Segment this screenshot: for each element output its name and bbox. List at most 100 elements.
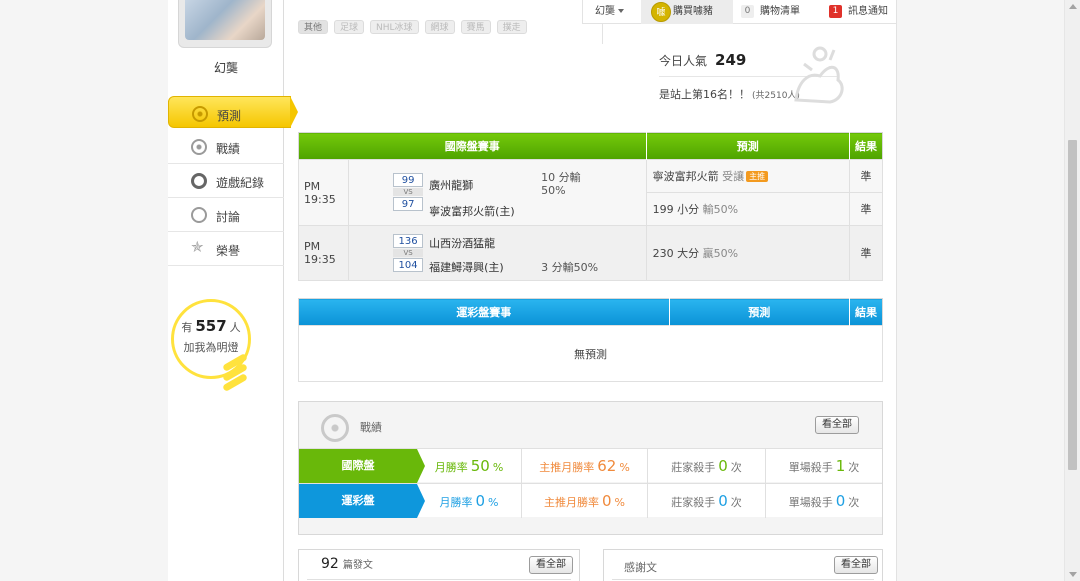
fans-suffix: 人 — [229, 321, 241, 334]
record-panel: 戰績 看全部 國際盤 月勝率 50% 主推月勝率 62% 莊家殺手 0 次 單場殺手 1 次… — [298, 401, 883, 535]
team-name[interactable]: 廣州龍獅 — [429, 177, 473, 193]
cart-label: 購物清單 — [760, 6, 800, 17]
table-row: PM 19:35 99 VS 97 廣州龍獅 寧波富邦火箭(主) 10 分輸 5… — [297, 159, 884, 226]
tab-horse[interactable]: 賽馬 — [460, 20, 491, 34]
prediction-extra: 贏50% — [702, 247, 739, 260]
username: 幻龑 — [213, 61, 238, 75]
sidebar-item-game-log[interactable]: 遊戲紀錄 — [168, 164, 284, 198]
sidebar-item-honor[interactable]: 榮譽 — [168, 232, 284, 266]
view-all-record-button[interactable]: 看全部 — [815, 416, 859, 434]
column-header: 預測 — [669, 298, 850, 326]
fans-prefix: 有 — [181, 321, 193, 334]
tab-tennis[interactable]: 網球 — [424, 20, 455, 34]
view-all-posts-button[interactable]: 看全部 — [529, 556, 573, 574]
caret-down-icon — [618, 9, 624, 13]
handicap-line: 3 分輸50% — [541, 261, 599, 274]
divider — [307, 579, 571, 580]
thanks-title: 感謝文 — [624, 561, 657, 574]
team-name[interactable]: 山西汾酒猛龍 — [429, 235, 495, 251]
popularity-label: 今日人氣 — [659, 54, 708, 68]
sidebar-item-label: 討論 — [216, 210, 241, 224]
score-away: 104 — [393, 258, 424, 272]
game-time: PM 19:35 — [297, 225, 350, 281]
record-row-label: 國際盤 — [299, 449, 425, 483]
prediction-cell: 230 大分 贏50% — [645, 225, 850, 281]
empty-state: 無預測 — [298, 325, 883, 382]
month-win-rate: 月勝率 0% — [439, 492, 499, 510]
single-killer: 單場殺手 1 次 — [765, 449, 882, 483]
scroll-thumb[interactable] — [1068, 140, 1077, 470]
vertical-scrollbar[interactable] — [1064, 0, 1080, 581]
table-row: 無預測 — [298, 325, 883, 382]
notify-link[interactable]: 1 訊息通知 — [829, 0, 888, 24]
sport-tabs: 其他 足球 NHL冰球 網球 賽馬 撲走 — [298, 20, 533, 34]
sidebar-item-label: 預測 — [217, 109, 242, 123]
record-row-intl: 國際盤 月勝率 50% 主推月勝率 62% 莊家殺手 0 次 單場殺手 1 次 — [299, 448, 882, 483]
rank-text: 是站上第16名！！ — [659, 88, 750, 101]
lottery-predictions-table: 運彩盤賽事 預測 結果 無預測 — [298, 298, 883, 382]
sidebar-item-label: 戰績 — [216, 142, 241, 156]
record-title: 戰績 — [360, 421, 382, 434]
chat-icon — [191, 207, 207, 223]
tab-nhl[interactable]: NHL冰球 — [370, 20, 419, 34]
user-menu[interactable]: 幻龑 — [595, 0, 624, 24]
team-name[interactable]: 福建鱘潯興(主) — [429, 259, 504, 275]
notify-count-badge: 1 — [829, 4, 842, 18]
sidebar-item-predict[interactable]: 預測 — [168, 96, 298, 128]
vs-label: VS — [393, 249, 424, 257]
score-home: 99 — [393, 173, 424, 187]
posts-box: 92 篇發文 看全部 — [298, 549, 580, 581]
score-away: 97 — [393, 197, 424, 211]
team-name[interactable]: 寧波富邦火箭(主) — [429, 203, 515, 219]
record-row-lottery: 運彩盤 月勝率 0% 主推月勝率 0% 莊家殺手 0 次 單場殺手 0 次 — [299, 483, 882, 518]
prediction-text: 199 小分 — [652, 203, 700, 216]
view-all-thanks-button[interactable]: 看全部 — [834, 556, 878, 574]
divider — [612, 579, 874, 580]
sidebar-item-discuss[interactable]: 討論 — [168, 198, 284, 232]
tab-soccer[interactable]: 足球 — [334, 20, 365, 34]
sidebar-item-record[interactable]: 戰績 — [168, 130, 284, 164]
column-header: 預測 — [646, 132, 850, 160]
cart-count-badge: 0 — [741, 4, 754, 18]
prediction-cell: 199 小分 輸50% — [645, 192, 850, 226]
popularity-value: 249 — [715, 51, 747, 69]
tab-last[interactable]: 撲走 — [496, 20, 527, 34]
scroll-down-arrow-icon[interactable] — [1069, 572, 1077, 577]
table-header-row: 運彩盤賽事 預測 結果 — [298, 298, 883, 326]
divider — [602, 24, 603, 44]
buy-button[interactable]: 噱 購買噱豬 — [641, 0, 733, 24]
month-win-rate: 月勝率 50% — [434, 457, 504, 475]
avatar-image — [185, 0, 265, 40]
table-header-row: 國際盤賽事 預測 結果 — [298, 132, 883, 160]
prediction-extra: 輸50% — [702, 203, 739, 216]
target-icon — [192, 106, 208, 122]
sidebar-item-label: 榮譽 — [216, 244, 241, 258]
sidebar-nav: 預測 戰績 遊戲紀錄 討論 榮譽 — [168, 96, 298, 266]
prediction-text: 寧波富邦火箭 — [652, 170, 719, 183]
tab-other[interactable]: 其他 — [298, 20, 329, 34]
ring-icon — [191, 173, 207, 189]
game-cell: 136 VS 104 山西汾酒猛龍 福建鱘潯興(主) 3 分輸50% — [348, 225, 647, 281]
page-background-right — [896, 0, 1064, 581]
top-bar: 幻龑 噱 購買噱豬 0 購物清單 1 訊息通知 — [582, 0, 896, 24]
prediction-text: 230 大分 — [652, 247, 700, 260]
column-header: 運彩盤賽事 — [298, 298, 670, 326]
page-background-left — [0, 0, 168, 581]
record-icon — [191, 139, 207, 155]
scroll-up-arrow-icon[interactable] — [1069, 4, 1077, 9]
handicap-line: 10 分輸 — [541, 171, 581, 184]
avatar[interactable] — [178, 0, 272, 48]
result-cell: 準 — [848, 159, 884, 193]
game-cell: 99 VS 97 廣州龍獅 寧波富邦火箭(主) 10 分輸 50% — [348, 159, 647, 226]
medal-icon — [191, 238, 207, 257]
thanks-box: 感謝文 看全部 — [603, 549, 883, 581]
single-killer: 單場殺手 0 次 — [765, 484, 882, 518]
fans-count: 557 — [195, 317, 227, 335]
sidebar-item-label: 遊戲紀錄 — [216, 176, 265, 190]
intl-predictions-table: 國際盤賽事 預測 結果 PM 19:35 99 VS 97 廣州龍獅 寧波富邦火… — [297, 132, 884, 281]
fans-count-line: 有 557 人 — [174, 317, 248, 335]
coin-icon: 噱 — [651, 2, 671, 22]
prediction-cell: 寧波富邦火箭 受讓 主推 — [645, 159, 850, 193]
table-row: PM 19:35 136 VS 104 山西汾酒猛龍 福建鱘潯興(主) 3 分輸… — [297, 225, 884, 281]
cart-link[interactable]: 0 購物清單 — [741, 0, 800, 24]
